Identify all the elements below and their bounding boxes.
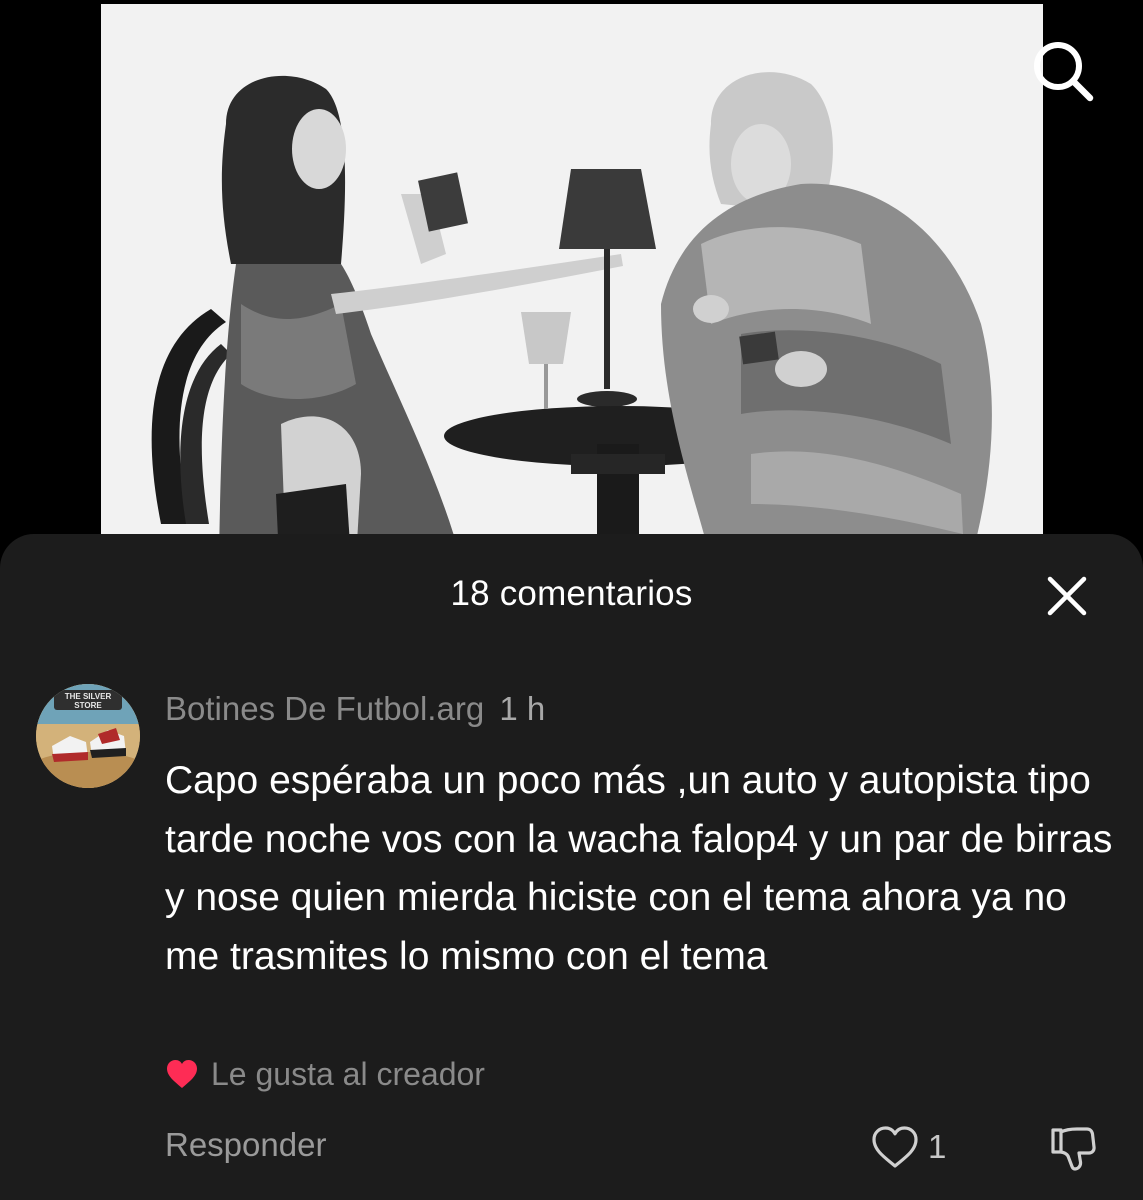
comment-time: 1 h <box>499 690 546 727</box>
like-count: 1 <box>928 1128 947 1165</box>
dislike-button[interactable] <box>1047 1122 1099 1174</box>
reply-button[interactable]: Responder <box>165 1126 326 1164</box>
comment-author[interactable]: Botines De Futbol.arg <box>165 690 484 727</box>
close-button[interactable] <box>1043 572 1091 620</box>
creator-like-label: Le gusta al creador <box>211 1055 485 1092</box>
comment-text: Capo espéraba un poco más ,un auto y aut… <box>165 759 1113 978</box>
svg-text:THE SILVER: THE SILVER <box>65 692 112 701</box>
avatar-image: THE SILVER STORE <box>36 684 140 788</box>
video-area[interactable] <box>0 0 1143 560</box>
close-icon <box>1047 576 1087 616</box>
avatar[interactable]: THE SILVER STORE <box>36 684 140 788</box>
svg-text:STORE: STORE <box>74 701 102 710</box>
video-still-image <box>101 4 1043 560</box>
comments-count-title: 18 comentarios <box>450 574 693 613</box>
like-button[interactable]: 1 <box>870 1122 946 1172</box>
search-button[interactable] <box>1028 36 1098 106</box>
comment-author-line: Botines De Futbol.arg 1 h <box>165 690 545 728</box>
heart-outline-icon <box>872 1126 918 1168</box>
creator-like-badge: Le gusta al creador <box>165 1052 485 1096</box>
comments-sheet: 18 comentarios THE SILVER STORE Botines … <box>0 534 1143 1200</box>
video-frame[interactable] <box>101 4 1043 560</box>
heart-icon <box>167 1060 197 1088</box>
search-icon <box>1034 42 1094 102</box>
thumbs-down-icon <box>1051 1127 1096 1171</box>
